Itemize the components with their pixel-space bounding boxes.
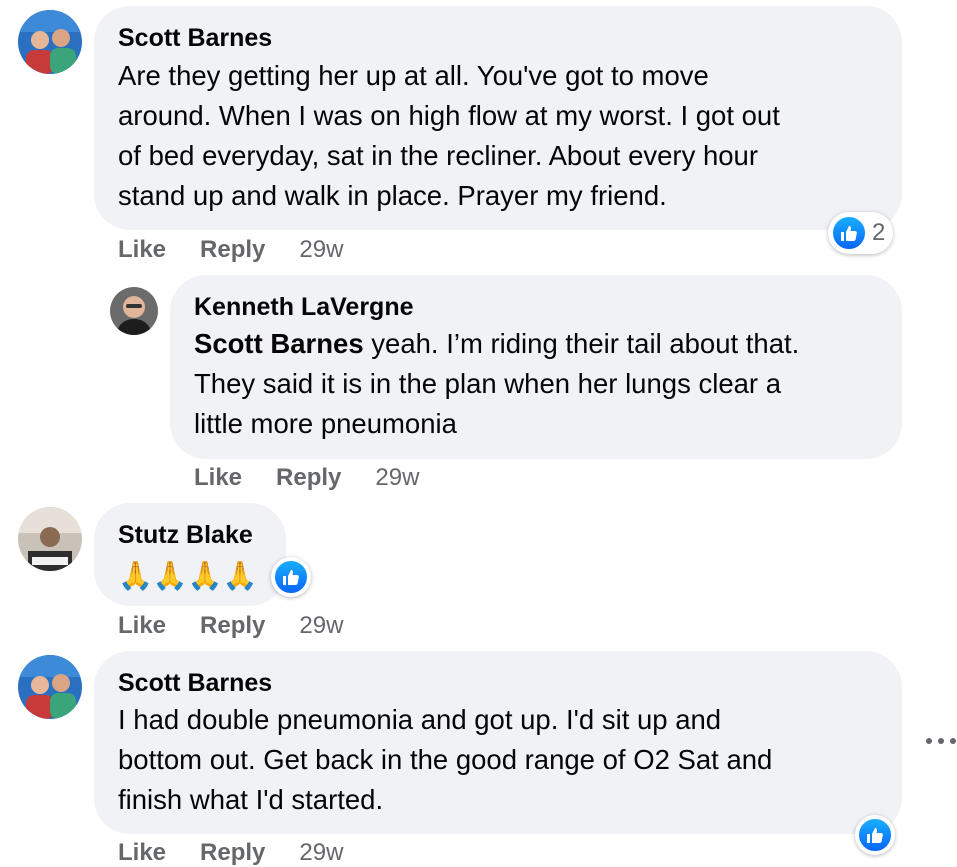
comment-author[interactable]: Scott Barnes <box>118 668 272 698</box>
dot <box>950 738 956 744</box>
comment-timestamp[interactable]: 29w <box>299 236 343 264</box>
comment-timestamp[interactable]: 29w <box>299 839 343 867</box>
like-icon <box>273 559 309 595</box>
reply-button[interactable]: Reply <box>200 236 265 264</box>
comment-text: yeah. I’m riding their tail about that. <box>363 328 800 359</box>
like-button[interactable]: Like <box>118 612 166 640</box>
comment-author[interactable]: Scott Barnes <box>118 23 272 53</box>
like-button[interactable]: Like <box>118 839 166 867</box>
like-button[interactable]: Like <box>194 464 242 492</box>
comment-text-line: around. When I was on high flow at my wo… <box>118 100 780 131</box>
more-options-icon[interactable] <box>926 738 956 748</box>
comment-actions: Like Reply 29w <box>194 464 419 492</box>
comment-text-line: bottom out. Get back in the good range o… <box>118 744 773 775</box>
emoji-text: 🙏🙏🙏🙏 <box>118 560 258 591</box>
comment-author[interactable]: Kenneth LaVergne <box>194 292 414 322</box>
comment-text-line: Scott Barnes yeah. I’m riding their tail… <box>194 324 799 364</box>
like-icon <box>831 215 867 251</box>
comment-actions: Like Reply 29w <box>118 236 343 264</box>
reaction-summary[interactable]: 2 <box>828 212 894 254</box>
reaction-summary[interactable] <box>855 815 895 855</box>
reply-button[interactable]: Reply <box>276 464 341 492</box>
reply-button[interactable]: Reply <box>200 839 265 867</box>
comment-timestamp[interactable]: 29w <box>299 612 343 640</box>
avatar[interactable] <box>18 655 82 719</box>
comment-text-line: I had double pneumonia and got up. I'd s… <box>118 704 722 735</box>
comment-text-line: stand up and walk in place. Prayer my fr… <box>118 180 667 211</box>
dot <box>926 738 932 744</box>
mention-link[interactable]: Scott Barnes <box>194 328 364 359</box>
reaction-summary[interactable] <box>271 557 311 597</box>
like-icon <box>857 817 893 853</box>
comment-actions: Like Reply 29w <box>118 839 343 867</box>
comment-text-line: finish what I'd started. <box>118 784 384 815</box>
comment-text-line: Are they getting her up at all. You've g… <box>118 60 709 91</box>
comment-author[interactable]: Stutz Blake <box>118 520 253 550</box>
avatar[interactable] <box>18 10 82 74</box>
dot <box>938 738 944 744</box>
reply-button[interactable]: Reply <box>200 612 265 640</box>
avatar[interactable] <box>110 287 158 335</box>
reaction-count: 2 <box>872 219 886 246</box>
comment-timestamp[interactable]: 29w <box>375 464 419 492</box>
comment-text-line: little more pneumonia <box>194 408 457 439</box>
comment-actions: Like Reply 29w <box>118 612 343 640</box>
like-button[interactable]: Like <box>118 236 166 264</box>
comment-text-line: They said it is in the plan when her lun… <box>194 368 781 399</box>
avatar[interactable] <box>18 507 82 571</box>
comment-text-line: of bed everyday, sat in the recliner. Ab… <box>118 140 759 171</box>
